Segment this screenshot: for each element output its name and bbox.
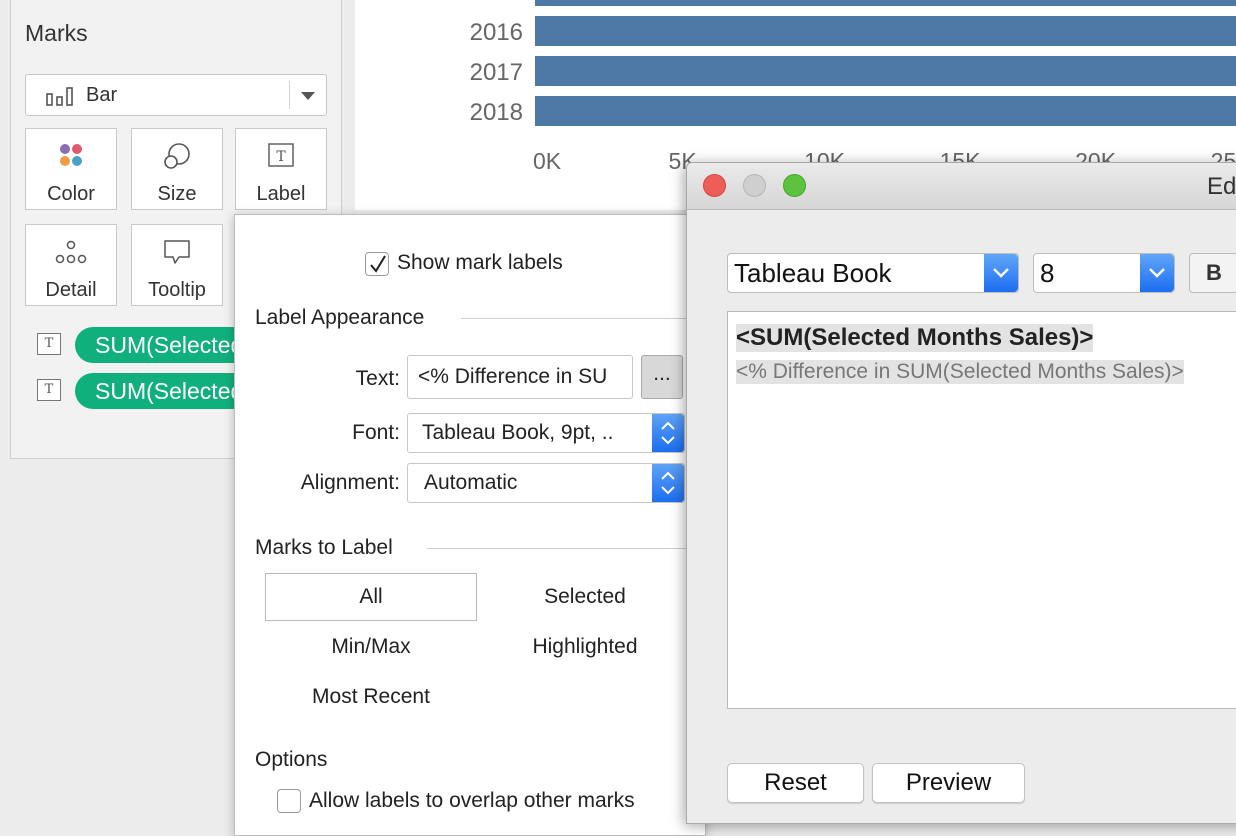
bar-chart-icon: [46, 86, 74, 111]
bar-mark: [535, 96, 1236, 126]
allow-overlap-label[interactable]: Allow labels to overlap other marks: [309, 789, 635, 813]
bar-mark: [535, 0, 1236, 6]
mark-type-label: Bar: [86, 84, 118, 106]
bold-button[interactable]: B: [1189, 253, 1236, 293]
category-tick-label: 2018: [470, 99, 523, 126]
maximize-window-button[interactable]: [783, 174, 806, 197]
dialog-title: Ed: [1207, 173, 1236, 200]
marks-option-min-max[interactable]: Min/Max: [265, 635, 477, 659]
chevron-down-icon[interactable]: [301, 92, 315, 100]
label-text-editor[interactable]: <SUM(Selected Months Sales)> <% Differen…: [727, 311, 1236, 709]
tooltip-shelf-button[interactable]: Tooltip: [131, 224, 223, 306]
edit-text-button[interactable]: ...: [641, 355, 683, 399]
preview-button[interactable]: Preview: [872, 763, 1025, 803]
detail-label: Detail: [45, 279, 97, 301]
tooltip-label: Tooltip: [148, 279, 206, 301]
marks-option-highlighted[interactable]: Highlighted: [479, 635, 691, 659]
font-size-combo[interactable]: 8: [1033, 253, 1175, 293]
marks-option-all[interactable]: All: [265, 585, 477, 609]
stepper-icon: [652, 464, 684, 502]
allow-overlap-checkbox[interactable]: [277, 789, 301, 813]
text-field-icon: T: [37, 333, 61, 355]
label-label: Label: [256, 183, 306, 205]
category-tick-label: 2017: [470, 59, 523, 86]
chevron-down-icon[interactable]: [984, 254, 1018, 292]
color-icon: [26, 141, 116, 173]
font-select-value: Tableau Book, 9pt, ..: [422, 421, 614, 444]
marks-to-label-title: Marks to Label: [255, 536, 393, 559]
marks-option-selected[interactable]: Selected: [479, 585, 691, 609]
edit-label-dialog: Ed Tableau Book 8 B <SUM(Selected Months…: [686, 162, 1236, 824]
svg-text:T: T: [276, 149, 286, 165]
color-label: Color: [47, 183, 95, 205]
editor-line-2[interactable]: <% Difference in SUM(Selected Months Sal…: [736, 360, 1184, 384]
text-field[interactable]: <% Difference in SU: [407, 355, 633, 399]
detail-shelf-button[interactable]: Detail: [25, 224, 117, 306]
size-label: Size: [157, 183, 197, 205]
tooltip-icon: [132, 237, 222, 269]
mark-type-dropdown[interactable]: Bar: [25, 74, 327, 116]
detail-icon: [26, 237, 116, 269]
x-tick-label: 0K: [533, 148, 562, 174]
color-shelf-button[interactable]: Color: [25, 128, 117, 210]
dialog-titlebar[interactable]: Ed: [687, 163, 1236, 210]
font-size-value: 8: [1040, 258, 1055, 288]
alignment-label: Alignment:: [300, 471, 400, 494]
show-mark-labels-checkbox[interactable]: [365, 252, 389, 276]
bar-mark: [535, 56, 1236, 86]
alignment-select-value: Automatic: [424, 471, 518, 494]
checkmark-icon: [370, 255, 386, 273]
stepper-icon: [652, 414, 684, 452]
font-family-combo[interactable]: Tableau Book: [727, 253, 1019, 293]
size-icon: [132, 141, 222, 173]
minimize-window-button[interactable]: [743, 174, 766, 197]
text-field-icon: T: [37, 379, 61, 401]
editor-line-1[interactable]: <SUM(Selected Months Sales)>: [736, 324, 1094, 352]
font-label: Font:: [352, 421, 400, 444]
label-appearance-title: Label Appearance: [255, 306, 425, 329]
chevron-down-icon[interactable]: [1140, 254, 1174, 292]
font-family-value: Tableau Book: [734, 258, 892, 288]
marks-title: Marks: [25, 20, 88, 46]
close-window-button[interactable]: [703, 174, 726, 197]
text-label: Text:: [355, 367, 400, 390]
size-shelf-button[interactable]: Size: [131, 128, 223, 210]
font-select[interactable]: Tableau Book, 9pt, ..: [407, 413, 685, 453]
marks-option-most-recent[interactable]: Most Recent: [265, 685, 477, 709]
label-popover: Show mark labels Label Appearance Text: …: [234, 214, 706, 836]
section-divider: [461, 318, 705, 319]
options-title: Options: [255, 748, 328, 771]
dropdown-divider: [289, 81, 290, 109]
bar-mark: [535, 16, 1236, 46]
category-tick-label: 2016: [470, 19, 523, 46]
label-shelf-button[interactable]: T Label: [235, 128, 327, 210]
alignment-select[interactable]: Automatic: [407, 463, 685, 503]
text-label-icon: T: [236, 141, 326, 173]
reset-button[interactable]: Reset: [727, 763, 864, 803]
show-mark-labels-label[interactable]: Show mark labels: [397, 251, 563, 275]
section-divider: [427, 548, 705, 549]
